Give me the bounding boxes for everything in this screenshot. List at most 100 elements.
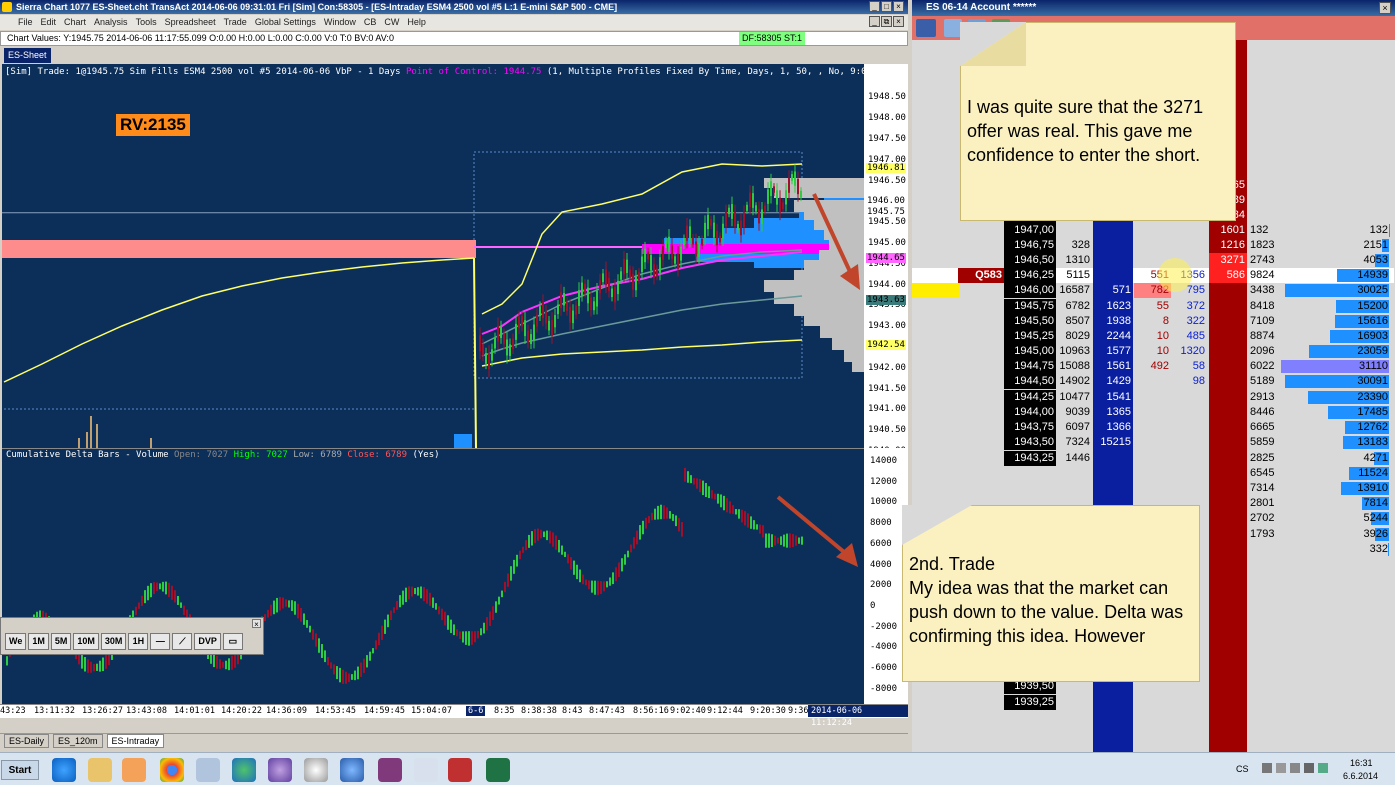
mdi-minimize-button[interactable]: _ (869, 16, 880, 27)
working-order-badge[interactable]: Q583 (958, 268, 1004, 283)
excel-icon[interactable] (486, 758, 510, 782)
network-icon[interactable] (340, 758, 364, 782)
clock-date[interactable]: 6.6.2014 (1343, 771, 1378, 781)
draw-tool-button[interactable]: ⟋ (172, 633, 193, 650)
minimize-button[interactable]: _ (869, 1, 880, 12)
menu-item-5[interactable]: Spreadsheet (165, 17, 216, 27)
delta-bar (666, 507, 668, 519)
tray-sound-icon[interactable] (1304, 763, 1314, 773)
start-button[interactable]: Start (1, 760, 39, 780)
timeframe-toolbar: × We 1M 5M 10M 30M 1H — ⟋ DVP ▭ (0, 617, 264, 655)
delta-bar (81, 654, 83, 669)
mdi-close-button[interactable]: × (893, 16, 904, 27)
chrome-icon[interactable] (160, 758, 184, 782)
dom-row[interactable]: 1945,75 6782 1623 55 372 8418 15200 (912, 299, 1394, 315)
timeframe-button-1h[interactable]: 1H (128, 633, 149, 650)
dom-cell-vol (1282, 649, 1390, 664)
dom-row[interactable]: 1946,75 328 1216 1823 2151 (912, 238, 1394, 254)
rectangle-tool-button[interactable]: ▭ (222, 633, 243, 650)
menu-item-0[interactable]: File (18, 17, 33, 27)
globe-icon[interactable] (232, 758, 256, 782)
price-tick: 1943.00 (868, 321, 906, 332)
tray-arrow-icon[interactable] (1276, 763, 1286, 773)
timeframe-button-we[interactable]: We (5, 633, 27, 650)
menu-item-1[interactable]: Edit (41, 17, 57, 27)
dom-row[interactable]: 1946,50 1310 3271 2743 4053 (912, 253, 1394, 269)
language-indicator[interactable]: CS (1236, 764, 1249, 774)
timeframe-button-10m[interactable]: 10M (73, 633, 99, 650)
tray-monitor-icon[interactable] (1290, 763, 1300, 773)
tray-network-icon[interactable] (1318, 763, 1328, 773)
menu-item-11[interactable]: Help (407, 17, 426, 27)
dom-row[interactable]: 1944,25 10477 1541 2913 23390 (912, 390, 1394, 406)
onenote-icon[interactable] (378, 758, 402, 782)
dom-row[interactable]: 1945,25 8029 2244 10 485 8874 16903 (912, 329, 1394, 345)
ie-icon[interactable] (52, 758, 76, 782)
explorer-icon[interactable] (88, 758, 112, 782)
speedometer-icon[interactable] (304, 758, 328, 782)
sheet-tab[interactable]: ES-Sheet (4, 48, 51, 63)
dom-cell-vol: 4271 (1363, 452, 1388, 464)
price-chart-area[interactable]: [Sim] Trade: 1@1945.75 Sim Fills ESM4 25… (2, 64, 864, 448)
dom-row[interactable]: 1943,50 7324 15215 5859 13183 (912, 435, 1394, 451)
dom-row[interactable]: 1939,25 (912, 695, 1394, 711)
menu-item-10[interactable]: CW (384, 17, 399, 27)
menu-item-2[interactable]: Chart (64, 17, 86, 27)
document-icon[interactable] (414, 758, 438, 782)
delta-bar (183, 605, 185, 615)
calculator-icon[interactable] (196, 758, 220, 782)
toolbar-close-icon[interactable]: × (252, 619, 261, 629)
candle-body (494, 337, 496, 349)
menu-item-3[interactable]: Analysis (94, 17, 128, 27)
note-2-body: My idea was that the market can push dow… (909, 578, 1184, 646)
delta-bar (699, 479, 701, 493)
dom-row[interactable]: 1945,00 10963 1577 10 1320 2096 23059 (912, 344, 1394, 360)
dom-row[interactable]: 1944,50 14902 1429 98 5189 30091 (912, 374, 1394, 390)
timeframe-button-dvp[interactable]: DVP (194, 633, 221, 650)
menu-item-4[interactable]: Tools (136, 17, 157, 27)
clock-time[interactable]: 16:31 (1350, 758, 1373, 768)
chartbook-tab[interactable]: ES_120m (53, 734, 103, 748)
dom-row[interactable]: 1945,50 8507 1938 8 322 7109 15616 (912, 314, 1394, 330)
dom-row[interactable]: 7314 13910 (912, 481, 1394, 497)
dom-cell-ask: 1577 (1093, 344, 1133, 360)
dom-row[interactable]: 1944,75 15088 1561 492 58 6022 31110 (912, 359, 1394, 375)
dom-row[interactable]: 1944,00 9039 1365 8446 17485 (912, 405, 1394, 421)
delta-chart-area[interactable]: Cumulative Delta Bars - Volume Open: 702… (2, 448, 864, 704)
chartbook-tab[interactable]: ES-Intraday (106, 734, 165, 748)
note-fold-2-bg (902, 505, 972, 545)
maximize-button[interactable]: □ (881, 1, 892, 12)
media-player-icon[interactable] (122, 758, 146, 782)
menu-item-9[interactable]: CB (364, 17, 377, 27)
timeframe-button-1m[interactable]: 1M (28, 633, 49, 650)
toolbar-icon-1[interactable] (916, 19, 936, 37)
dom-row[interactable]: 1943,25 1446 2825 4271 (912, 451, 1394, 467)
menu-item-8[interactable]: Window (324, 17, 356, 27)
tray-flag-icon[interactable] (1262, 763, 1272, 773)
mdi-restore-button[interactable]: ⧉ (881, 16, 892, 27)
dom-row[interactable]: 1947,00 1601 132 132 (912, 223, 1394, 239)
menu-item-7[interactable]: Global Settings (255, 17, 316, 27)
app-icon-swirl[interactable] (268, 758, 292, 782)
dom-close-button[interactable]: × (1379, 2, 1391, 14)
candle-body (635, 276, 637, 291)
dom-cell-sell (1209, 557, 1247, 572)
dom-title-bar: ES 06-14 Account ****** (912, 0, 1395, 16)
dom-cell-v1: 8 (1162, 315, 1169, 327)
timeframe-button-30m[interactable]: 30M (100, 633, 127, 650)
line-tool-button[interactable]: — (150, 633, 171, 650)
close-button[interactable]: × (893, 1, 904, 12)
chartbook-tab[interactable]: ES-Daily (4, 734, 50, 748)
dom-cell-sell (1209, 649, 1247, 664)
sierra-chart-icon[interactable] (448, 758, 472, 782)
menu-item-6[interactable]: Trade (224, 17, 247, 27)
time-tick: 9:36 (788, 706, 809, 716)
delta-bar (432, 597, 434, 608)
timeframe-button-5m[interactable]: 5M (50, 633, 72, 650)
dom-row[interactable]: 1943,75 6097 1366 6665 12762 (912, 420, 1394, 436)
dom-row[interactable]: 6545 11524 (912, 466, 1394, 482)
delta-bar (456, 629, 458, 637)
dom-row[interactable]: 1946,00 16587 571 782 795 3438 30025 (912, 283, 1394, 299)
candle-body (767, 189, 769, 204)
delta-bar (651, 512, 653, 521)
